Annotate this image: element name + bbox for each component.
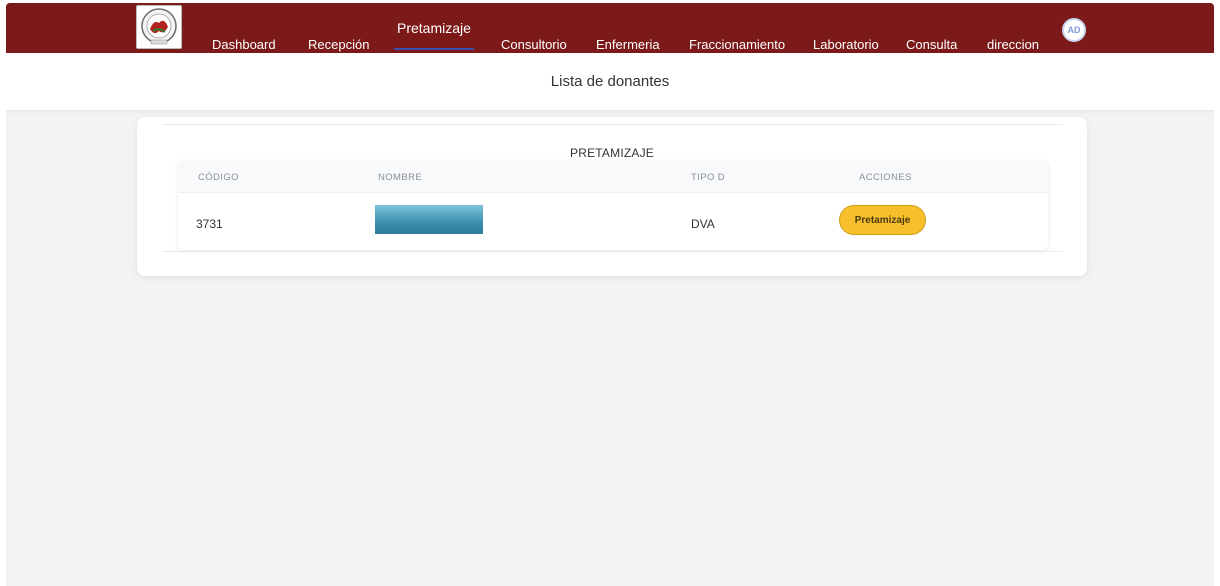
nav-item-laboratorio[interactable]: Laboratorio	[813, 37, 879, 52]
nav-item-dashboard[interactable]: Dashboard	[212, 37, 276, 52]
cell-nombre-redacted	[375, 205, 483, 234]
page-header: Lista de donantes	[6, 53, 1214, 111]
nav-item-direccion[interactable]: direccion	[987, 37, 1039, 52]
section-title: PRETAMIZAJE	[570, 146, 654, 160]
nav-item-consulta[interactable]: Consulta	[906, 37, 957, 52]
top-navbar: Dashboard Recepción Pretamizaje Consulto…	[6, 3, 1214, 53]
card-divider-bottom	[163, 251, 1063, 252]
donor-table: CÓDIGO NOMBRE TIPO D ACCIONES 3731 DVA P…	[178, 161, 1048, 250]
page-title: Lista de donantes	[550, 73, 670, 90]
nav-item-enfermeria[interactable]: Enfermeria	[596, 37, 660, 52]
card-divider-top	[163, 124, 1063, 125]
column-header-codigo[interactable]: CÓDIGO	[198, 172, 239, 183]
cell-codigo: 3731	[196, 217, 223, 231]
app-window: Dashboard Recepción Pretamizaje Consulto…	[6, 3, 1214, 586]
hospital-seal-logo[interactable]	[136, 5, 182, 49]
table-header-row: CÓDIGO NOMBRE TIPO D ACCIONES	[178, 161, 1048, 193]
pretamizaje-action-button[interactable]: Pretamizaje	[839, 205, 926, 235]
column-header-tipo[interactable]: TIPO D	[691, 172, 725, 183]
nav-item-consultorio[interactable]: Consultorio	[501, 37, 567, 52]
active-tab-underline	[394, 48, 474, 50]
nav-item-fraccionamiento[interactable]: Fraccionamiento	[689, 37, 785, 52]
nav-item-recepcion[interactable]: Recepción	[308, 37, 369, 52]
column-header-nombre[interactable]: NOMBRE	[378, 172, 422, 183]
column-header-acciones: ACCIONES	[859, 172, 912, 183]
nav-item-pretamizaje[interactable]: Pretamizaje	[397, 20, 471, 36]
logo-seal-icon	[141, 8, 177, 45]
cell-tipo: DVA	[691, 217, 715, 231]
user-avatar[interactable]: AD	[1062, 18, 1086, 42]
donor-list-card: PRETAMIZAJE CÓDIGO NOMBRE TIPO D ACCIONE…	[137, 117, 1087, 276]
